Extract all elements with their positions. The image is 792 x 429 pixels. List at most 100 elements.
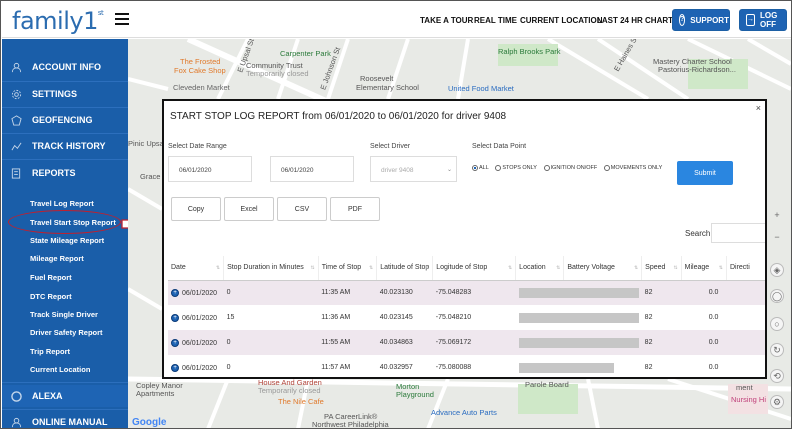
settings-map-icon[interactable]: ⚙ <box>770 395 784 409</box>
map-label: Elementary School <box>356 83 419 92</box>
cell-lat: 40.034863 <box>376 330 433 355</box>
col-longitude[interactable]: Logitude of Stop ⇅ <box>432 256 517 281</box>
logoff-button[interactable]: → LOG OFF <box>739 9 787 31</box>
radio-stops-only[interactable]: STOPS ONLY <box>495 165 537 171</box>
support-button[interactable]: ? SUPPORT <box>672 9 730 31</box>
report-link-dtc[interactable]: DTC Report <box>30 292 72 301</box>
sidebar-item-alexa[interactable]: ALEXA <box>2 385 128 407</box>
location-pin-icon[interactable]: ◯ <box>770 289 784 303</box>
sidebar-item-geofencing[interactable]: GEOFENCING <box>2 109 128 131</box>
radio-icon <box>603 165 610 171</box>
sidebar-item-account-info[interactable]: ACCOUNT INFO <box>2 56 128 78</box>
help-icon: ? <box>679 14 686 26</box>
col-date[interactable]: Date ⇅ <box>168 256 225 281</box>
date-from-input[interactable]: 06/01/2020 <box>168 156 252 182</box>
report-link-driver-safety[interactable]: Driver Safety Report <box>30 328 103 337</box>
cell-lon: -75.069172 <box>432 330 516 355</box>
col-location[interactable]: Location ⇅ <box>515 256 565 281</box>
table-row[interactable]: +06/01/2020 0 11:55 AM 40.034863 -75.069… <box>168 330 765 355</box>
report-link-track-single-driver[interactable]: Track Single Driver <box>30 310 98 319</box>
sidebar-item-track-history[interactable]: TRACK HISTORY <box>2 135 128 157</box>
sidebar-item-online-manual[interactable]: ONLINE MANUAL <box>2 411 128 428</box>
sidebar-item-settings[interactable]: SETTINGS <box>2 83 128 105</box>
report-icon <box>10 167 22 179</box>
app-frame: family1st TAKE A TOUR REAL TIME CURRENT … <box>0 0 792 429</box>
google-logo: Google <box>132 417 167 428</box>
sidebar-item-label: ACCOUNT INFO <box>32 62 101 72</box>
cell-speed: 82 <box>644 364 653 371</box>
map-tool-icon[interactable]: ○ <box>770 317 784 331</box>
report-link-current-location[interactable]: Current Location <box>30 365 90 374</box>
report-modal: START STOP LOG REPORT from 06/01/2020 to… <box>162 99 767 379</box>
table-row[interactable]: +06/01/2020 15 11:36 AM 40.023145 -75.04… <box>168 305 765 330</box>
cell-lat: 40.032957 <box>379 364 413 371</box>
radio-icon <box>543 165 550 171</box>
cell-mileage: 0.0 <box>681 330 727 355</box>
report-link-trip[interactable]: Trip Report <box>30 347 70 356</box>
copy-button[interactable]: Copy <box>171 197 221 221</box>
map-label: Pinic Upsal <box>128 139 166 148</box>
highlight-oval <box>8 210 121 234</box>
map-label: Parole Board <box>525 380 569 389</box>
track-icon <box>10 140 22 152</box>
col-latitude[interactable]: Latitude of Stop ⇅ <box>376 256 434 281</box>
geofence-icon <box>10 114 22 126</box>
col-mileage[interactable]: Mileage ⇅ <box>681 256 727 281</box>
col-battery-voltage[interactable]: Battery Voltage ⇅ <box>563 256 643 281</box>
close-icon[interactable]: × <box>756 103 761 113</box>
excel-button[interactable]: Excel <box>224 197 274 221</box>
col-time-of-stop[interactable]: Time of Stop ⇅ <box>318 256 378 281</box>
csv-button[interactable]: CSV <box>277 197 327 221</box>
datapoint-radio-group: ALL STOPS ONLY IGNITION ON/OFF MOVEMENTS… <box>472 165 667 171</box>
pdf-button[interactable]: PDF <box>330 197 380 221</box>
modal-title: START STOP LOG REPORT from 06/01/2020 to… <box>170 111 507 122</box>
cell-duration: 15 <box>226 314 235 321</box>
map-label: Playground <box>396 390 434 399</box>
col-speed[interactable]: Speed ⇅ <box>641 256 682 281</box>
logo[interactable]: family1st <box>12 7 104 35</box>
nav-last-24-hr-chart[interactable]: LAST 24 HR CHART <box>597 16 673 25</box>
table-row[interactable]: +06/01/2020 0 11:57 AM 40.032957 -75.080… <box>168 355 765 377</box>
sidebar-item-reports[interactable]: REPORTS <box>2 162 128 184</box>
submit-button[interactable]: Submit <box>677 161 733 185</box>
radio-movements-only[interactable]: MOVEMENTS ONLY <box>603 165 662 171</box>
col-stop-duration[interactable]: Stop Duration in Minutes ⇅ <box>223 256 319 281</box>
expand-icon[interactable]: + <box>171 313 179 322</box>
map-label: Temporarily closed <box>246 69 309 78</box>
redacted-bar <box>518 312 639 323</box>
table-row[interactable]: +06/01/2020 0 11:35 AM 40.023130 -75.048… <box>168 280 765 305</box>
rotate-icon[interactable]: ↻ <box>770 343 784 357</box>
redacted-bar <box>518 337 639 348</box>
zoom-out-button[interactable]: − <box>770 231 784 245</box>
radio-all[interactable]: ALL <box>472 165 489 171</box>
zoom-in-button[interactable]: + <box>770 209 784 223</box>
report-link-state-mileage[interactable]: State Mileage Report <box>30 236 104 245</box>
report-link-fuel[interactable]: Fuel Report <box>30 273 72 282</box>
driver-select[interactable]: driver 9408 ⌄ <box>370 156 457 182</box>
expand-icon[interactable]: + <box>171 363 179 372</box>
radio-ignition[interactable]: IGNITION ON/OFF <box>543 165 597 171</box>
driver-label: Select Driver <box>370 143 411 150</box>
manual-icon <box>10 416 22 428</box>
cell-lon: -75.080088 <box>435 364 472 371</box>
cell-duration: 0 <box>226 364 231 371</box>
cell-date: +06/01/2020 <box>168 330 224 355</box>
col-direction[interactable]: Directi <box>726 256 765 281</box>
cell-location-redacted <box>515 280 642 305</box>
report-link-travel-log[interactable]: Travel Log Report <box>30 199 94 208</box>
refresh-icon[interactable]: ⟲ <box>770 369 784 383</box>
cell-duration: 0 <box>223 330 319 355</box>
user-icon <box>10 61 22 73</box>
layers-icon[interactable]: ◈ <box>770 263 784 277</box>
nav-take-a-tour[interactable]: TAKE A TOUR <box>420 16 473 25</box>
report-link-mileage[interactable]: Mileage Report <box>30 254 84 263</box>
expand-icon[interactable]: + <box>171 338 179 347</box>
search-input[interactable] <box>711 223 765 243</box>
menu-icon[interactable] <box>115 13 129 25</box>
expand-icon[interactable]: + <box>171 288 179 297</box>
cell-date: +06/01/2020 <box>168 305 224 330</box>
nav-current-location[interactable]: CURRENT LOCATION <box>520 16 603 25</box>
cell-date: +06/01/2020 <box>168 355 224 377</box>
nav-real-time[interactable]: REAL TIME <box>474 16 517 25</box>
date-to-input[interactable]: 06/01/2020 <box>270 156 354 182</box>
